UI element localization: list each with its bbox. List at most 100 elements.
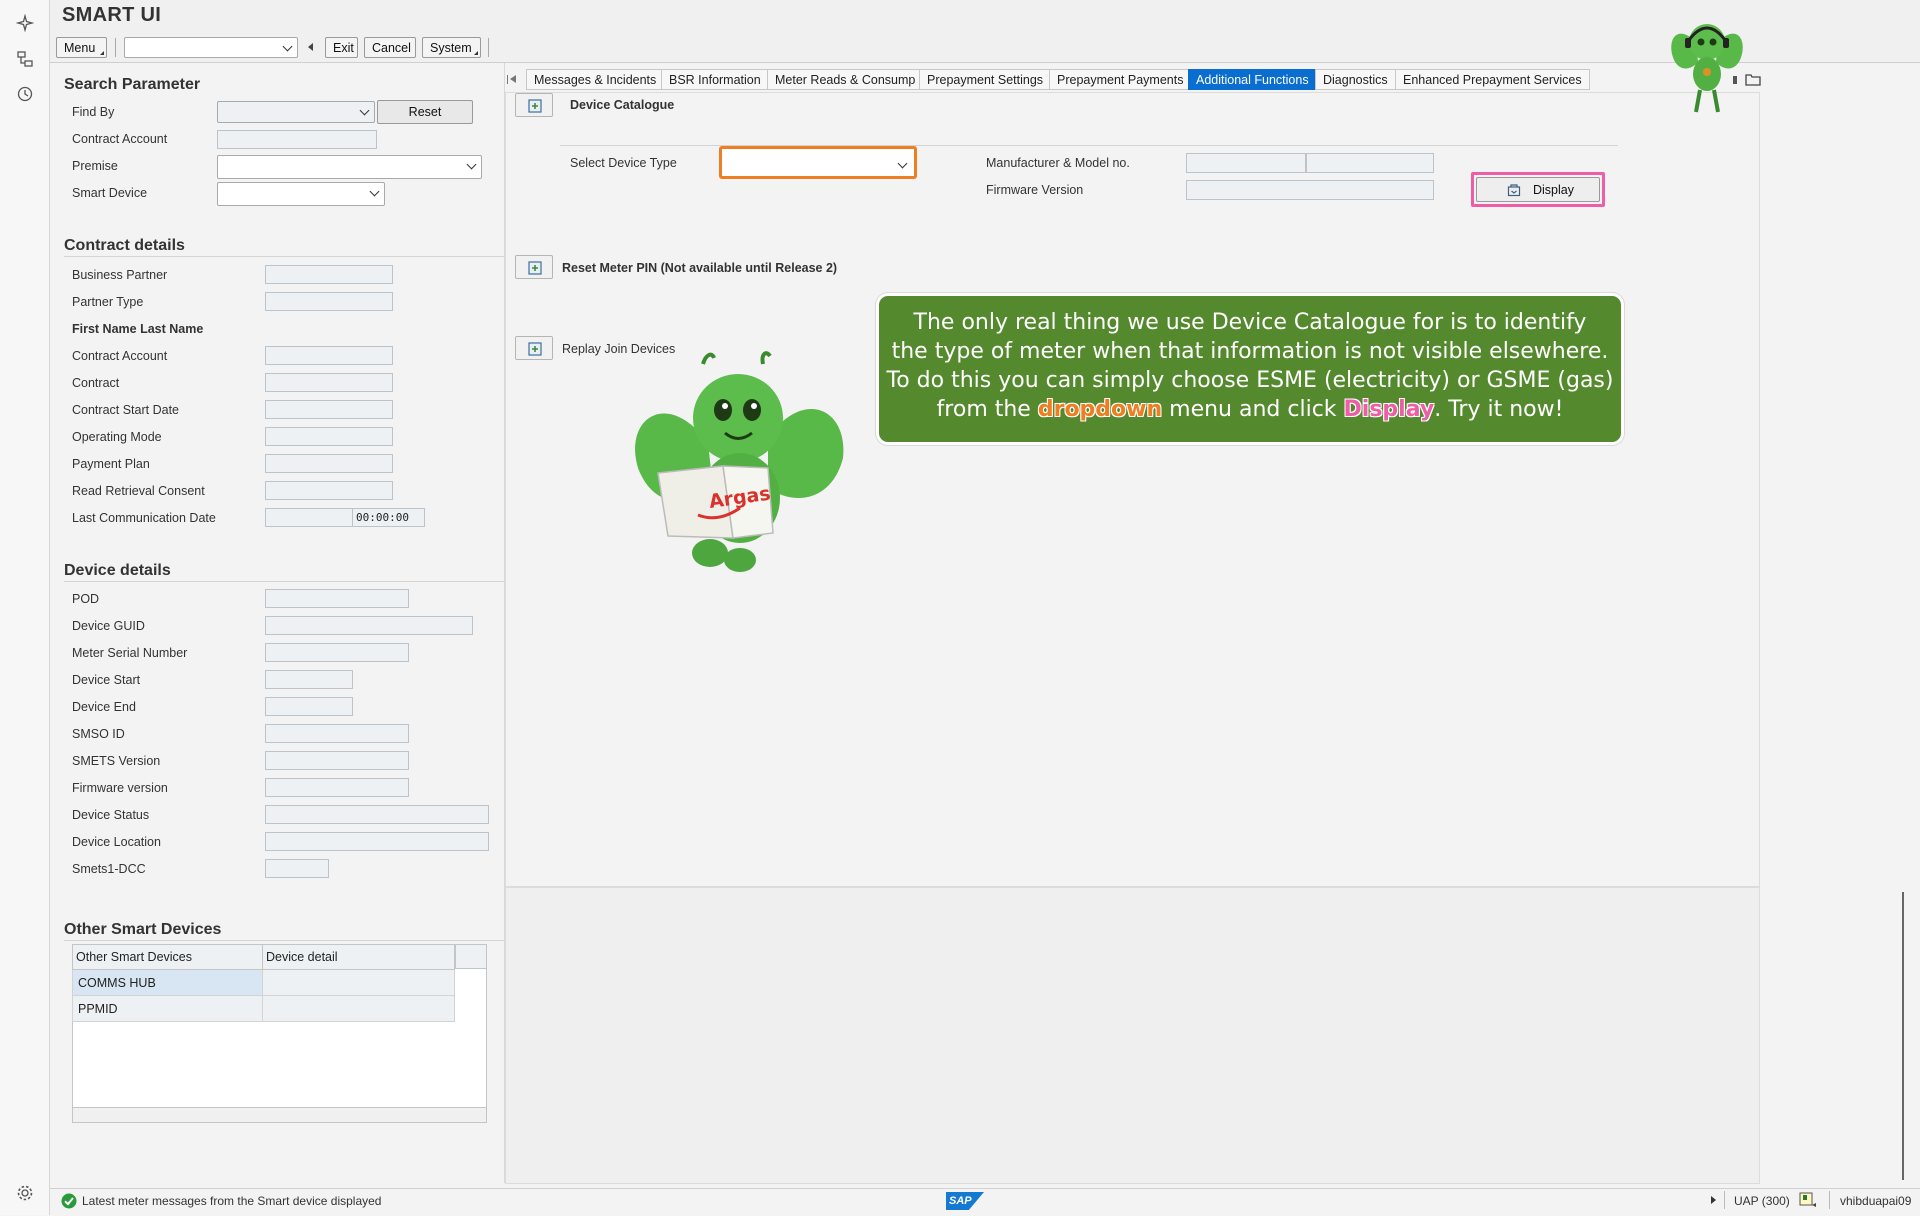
display-button[interactable]: Display xyxy=(1476,177,1600,202)
device-end-field xyxy=(265,697,353,716)
command-field[interactable] xyxy=(124,37,298,58)
table-row[interactable]: PPMID xyxy=(72,995,455,1022)
system-button[interactable]: System xyxy=(422,37,481,58)
manufacturer-label: Manufacturer & Model no. xyxy=(986,156,1130,170)
reset-meter-pin-toggle[interactable] xyxy=(515,255,553,279)
exit-button[interactable]: Exit xyxy=(325,37,358,58)
reset-button[interactable]: Reset xyxy=(377,100,473,124)
partner-type-field xyxy=(265,292,393,311)
partner-type-label: Partner Type xyxy=(72,295,144,309)
pod-label: POD xyxy=(72,592,100,606)
chevron-down-icon xyxy=(369,186,380,197)
device-heading: Device details xyxy=(64,562,171,579)
menu-button[interactable]: Menu xyxy=(56,37,107,58)
device-detail-cell[interactable] xyxy=(262,995,455,1022)
tip-line-4: from the dropdown menu and click Display… xyxy=(879,395,1621,424)
replay-join-toggle[interactable] xyxy=(515,336,553,360)
meter-serial-label: Meter Serial Number xyxy=(72,646,188,660)
device-location-field xyxy=(265,832,489,851)
device-status-field xyxy=(265,805,489,824)
tab-additional-functions[interactable]: Additional Functions xyxy=(1188,69,1317,90)
first-tab-icon[interactable] xyxy=(510,75,516,83)
operating-mode-label: Operating Mode xyxy=(72,430,162,444)
right-scrollbar[interactable] xyxy=(1902,892,1904,1180)
tab-bsr-information[interactable]: BSR Information xyxy=(661,69,769,90)
smart-device-select[interactable] xyxy=(217,182,385,206)
tab-prepayment-settings[interactable]: Prepayment Settings xyxy=(919,69,1052,90)
history-icon[interactable] xyxy=(16,85,34,103)
premise-select[interactable] xyxy=(217,155,482,179)
smets1-dcc-field xyxy=(265,859,329,878)
back-arrow-icon[interactable] xyxy=(308,43,313,51)
device-guid-field xyxy=(265,616,473,635)
status-expand-icon[interactable] xyxy=(1711,1196,1716,1204)
tip-text: . Try it now! xyxy=(1434,397,1564,422)
system-info[interactable]: UAP (300) xyxy=(1734,1194,1790,1208)
smso-id-field xyxy=(265,724,409,743)
contract-start-date-label: Contract Start Date xyxy=(72,403,179,417)
device-guid-label: Device GUID xyxy=(72,619,145,633)
device-name-cell[interactable]: PPMID xyxy=(72,995,263,1022)
app-title: SMART UI xyxy=(62,4,162,26)
tip-text: menu and click xyxy=(1162,397,1344,422)
system-status-icon[interactable] xyxy=(1799,1192,1817,1208)
chevron-down-icon xyxy=(359,105,370,116)
table-row[interactable]: COMMS HUB xyxy=(72,969,455,996)
chevron-down-icon xyxy=(466,159,477,170)
tip-line-3: To do this you can simply choose ESME (e… xyxy=(886,368,1614,393)
lower-panel xyxy=(505,887,1760,1184)
device-name-cell[interactable]: COMMS HUB xyxy=(72,969,263,996)
contract-heading: Contract details xyxy=(64,237,185,254)
user-id[interactable]: vhibduapai09 xyxy=(1840,1194,1911,1208)
contract-account-label: Contract Account xyxy=(72,349,168,363)
sparkle-icon[interactable] xyxy=(16,14,34,32)
contract-account-field xyxy=(265,346,393,365)
device-end-label: Device End xyxy=(72,700,136,714)
firmware-version-catalogue-field xyxy=(1186,180,1434,200)
chevron-down-icon xyxy=(282,41,293,52)
system-button-label: System xyxy=(430,41,472,55)
smso-id-label: SMSO ID xyxy=(72,727,125,741)
premise-label: Premise xyxy=(72,159,118,173)
business-partner-field xyxy=(265,265,393,284)
device-type-select[interactable] xyxy=(719,146,917,179)
display-button-label: Display xyxy=(1533,183,1574,197)
column-header-detail[interactable]: Device detail xyxy=(262,944,455,970)
success-icon xyxy=(61,1193,77,1209)
settings-icon[interactable] xyxy=(16,1184,34,1202)
expand-icon xyxy=(528,261,542,275)
find-by-select[interactable] xyxy=(217,101,375,123)
meter-serial-field xyxy=(265,643,409,662)
device-start-label: Device Start xyxy=(72,673,141,687)
read-retrieval-consent-label: Read Retrieval Consent xyxy=(72,484,205,498)
tab-meter-reads[interactable]: Meter Reads & Consump xyxy=(767,69,924,90)
tab-prepayment-payments[interactable]: Prepayment Payments xyxy=(1049,69,1192,90)
tip-display-highlight: Display xyxy=(1343,397,1435,422)
hierarchy-icon[interactable] xyxy=(16,50,34,68)
device-catalogue-toggle[interactable] xyxy=(515,93,553,117)
smets-version-field xyxy=(265,751,409,770)
table-scrollbar[interactable] xyxy=(72,1107,487,1123)
last-comm-time-field: 00:00:00 xyxy=(352,508,425,527)
helper-mascot-icon[interactable] xyxy=(1668,12,1746,118)
operating-mode-field xyxy=(265,427,393,446)
status-message[interactable]: Latest meter messages from the Smart dev… xyxy=(82,1194,381,1208)
pod-field xyxy=(265,589,409,608)
device-location-label: Device Location xyxy=(72,835,161,849)
cancel-button[interactable]: Cancel xyxy=(364,37,416,58)
contract-account-search-input[interactable] xyxy=(217,130,377,149)
tab-diagnostics[interactable]: Diagnostics xyxy=(1315,69,1396,90)
last-comm-date-label: Last Communication Date xyxy=(72,511,216,525)
tab-messages-incidents[interactable]: Messages & Incidents xyxy=(526,69,665,90)
device-detail-cell[interactable] xyxy=(262,969,455,996)
tab-enhanced-prepayment[interactable]: Enhanced Prepayment Services xyxy=(1395,69,1590,90)
mascot-reading-illustration: Argas xyxy=(635,351,844,572)
column-header-devices[interactable]: Other Smart Devices xyxy=(72,944,263,970)
model-field xyxy=(1306,153,1434,173)
manufacturer-field xyxy=(1186,153,1306,173)
device-catalogue-title: Device Catalogue xyxy=(570,98,675,112)
tab-list-icon[interactable] xyxy=(1745,72,1761,86)
firmware-version-field xyxy=(265,778,409,797)
firmware-version-label: Firmware version xyxy=(72,781,168,795)
payment-plan-label: Payment Plan xyxy=(72,457,150,471)
